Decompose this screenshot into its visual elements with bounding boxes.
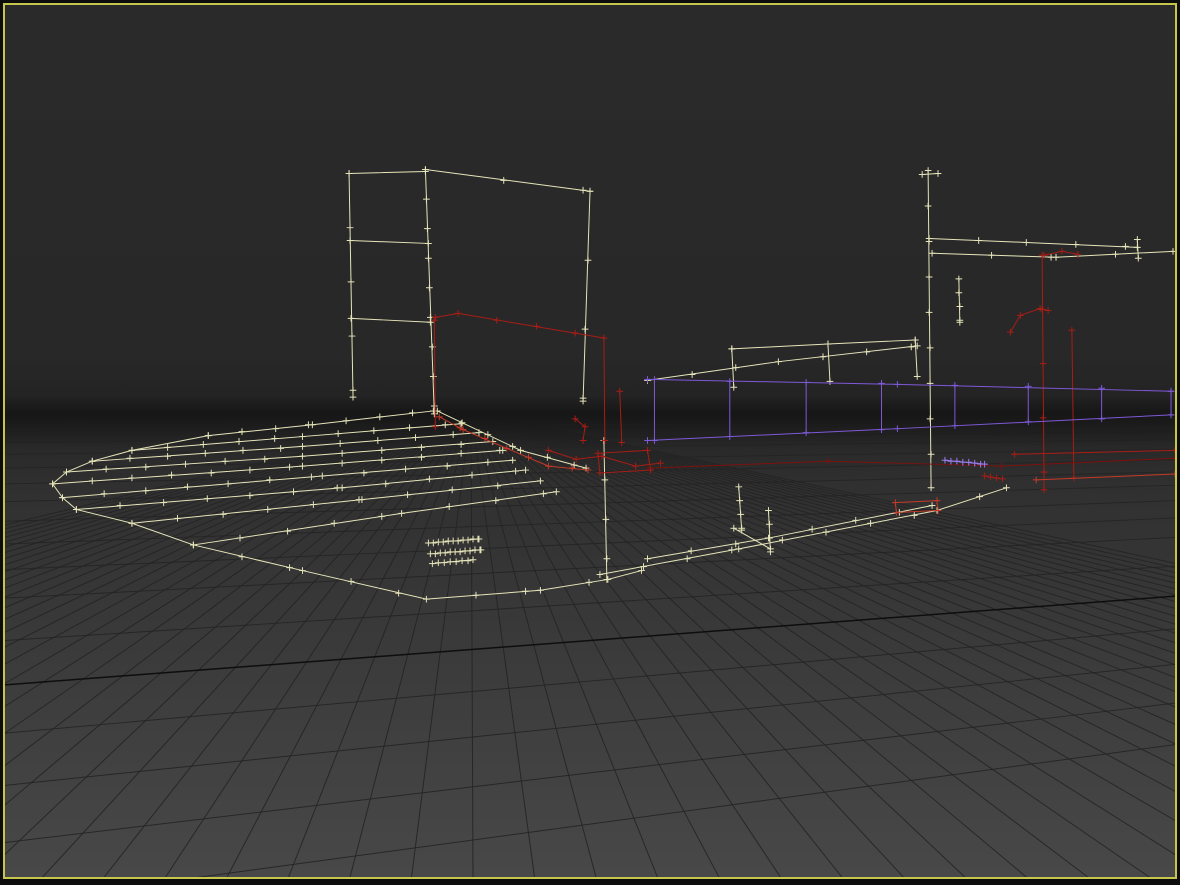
fence-rail-top-vertex-ticks xyxy=(644,375,1175,395)
rail-top[interactable] xyxy=(647,345,918,381)
rail-mid[interactable] xyxy=(731,339,916,350)
small-pole[interactable] xyxy=(958,278,961,323)
left-frame-rung-mid[interactable] xyxy=(349,239,429,244)
red-top-line-vertex-ticks xyxy=(431,309,608,342)
left-frame-rung-low[interactable] xyxy=(350,317,431,323)
top-right-line-2[interactable] xyxy=(931,250,1174,258)
rail-post-2[interactable] xyxy=(827,343,831,382)
left-frame-post-left[interactable] xyxy=(348,172,354,398)
red-top-line[interactable] xyxy=(434,312,605,339)
red-marks-vertex-ticks xyxy=(981,472,1006,483)
wireframe-scene xyxy=(49,166,1175,603)
left-frame-rung-top[interactable] xyxy=(348,171,426,174)
app-frame xyxy=(0,0,1180,885)
rail-top-vertex-ticks xyxy=(644,342,921,384)
red-top-seg[interactable] xyxy=(1043,250,1079,256)
home-grid xyxy=(5,410,1175,877)
top-right-beam[interactable] xyxy=(928,238,1138,248)
vertex-hash-2-vertex-ticks xyxy=(426,546,485,558)
fence-rail-top[interactable] xyxy=(647,378,1172,392)
purple-marks-vertex-ticks xyxy=(941,456,989,468)
left-frame-beam-top[interactable] xyxy=(424,169,591,192)
scene-svg xyxy=(5,166,1175,877)
seat-bottom-outline[interactable] xyxy=(192,544,643,600)
left-frame-post-right[interactable] xyxy=(582,190,591,402)
horizon-band xyxy=(5,395,1175,449)
red-far-post-1[interactable] xyxy=(1041,254,1045,491)
viewport[interactable] xyxy=(3,3,1177,879)
